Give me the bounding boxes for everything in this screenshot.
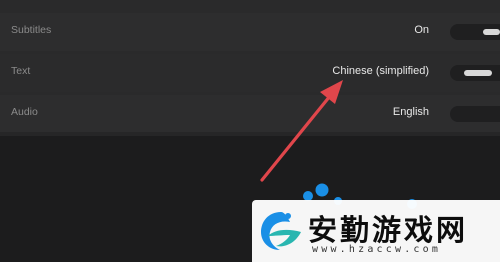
setting-row-text[interactable]: Text Chinese (simplified) (0, 54, 500, 92)
watermark-title: 安勤游戏网 (308, 213, 469, 247)
setting-label-subtitles: Subtitles (11, 24, 52, 36)
text-language-selector-thumb (464, 70, 492, 76)
setting-value-text: Chinese (simplified) (332, 65, 429, 77)
subtitles-toggle-thumb (483, 29, 500, 35)
setting-value-subtitles: On (414, 24, 429, 36)
text-language-selector[interactable] (450, 65, 500, 81)
subtitle-settings-panel: Subtitles On Text Chinese (simplified) A… (0, 0, 500, 133)
setting-label-audio: Audio (11, 106, 38, 118)
site-logo-icon (261, 212, 301, 250)
setting-row-subtitles[interactable]: Subtitles On (0, 13, 500, 51)
audio-language-selector[interactable] (450, 106, 500, 122)
subtitles-toggle[interactable] (450, 24, 500, 40)
watermark-url: www.hzaccw.com (312, 244, 442, 255)
screen: Subtitles On Text Chinese (simplified) A… (0, 0, 500, 262)
setting-label-text: Text (11, 65, 31, 77)
setting-value-audio: English (392, 106, 429, 118)
setting-row-audio[interactable]: Audio English (0, 95, 500, 133)
panel-bottom-divider (0, 132, 500, 136)
